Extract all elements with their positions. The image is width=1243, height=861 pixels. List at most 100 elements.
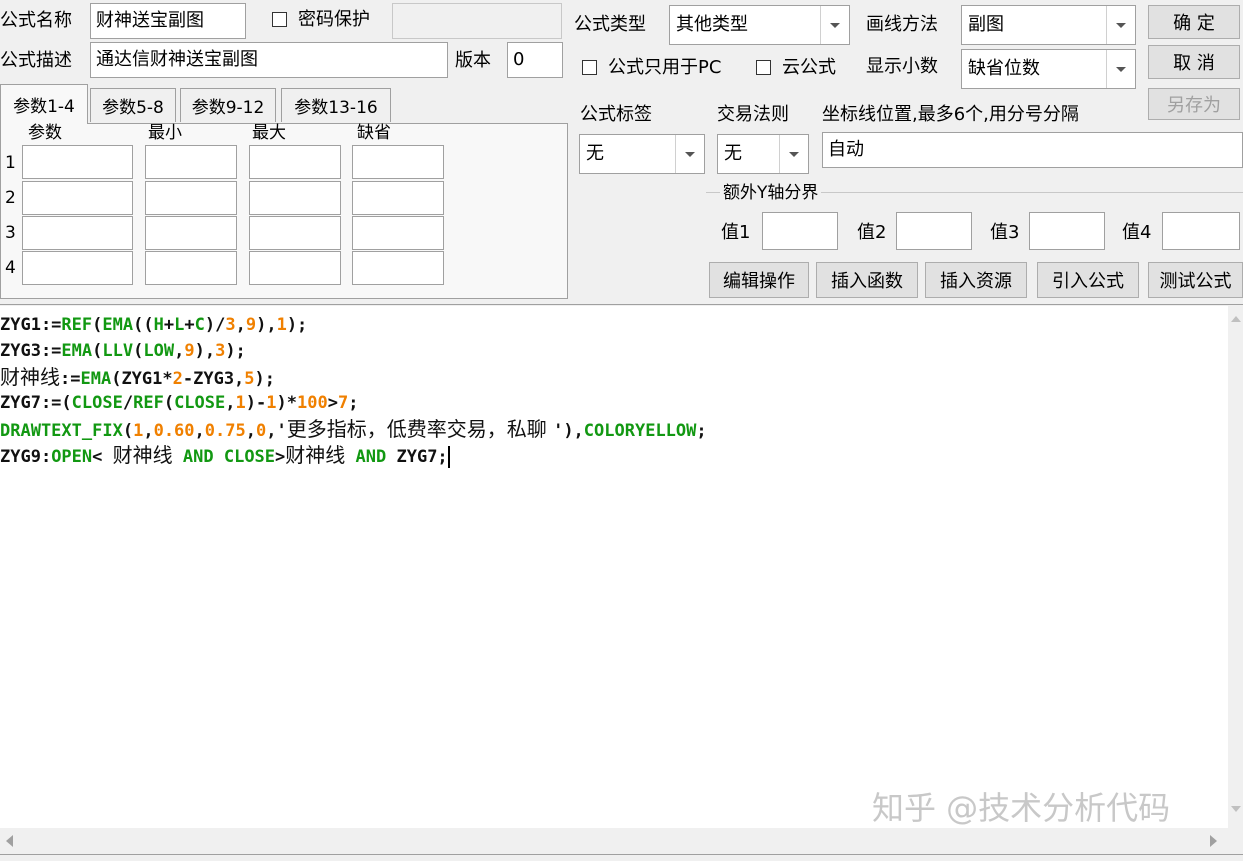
insert-resource-button[interactable]: 插入资源 bbox=[925, 262, 1027, 298]
vertical-scrollbar[interactable] bbox=[1228, 306, 1243, 828]
value4-input[interactable] bbox=[1162, 212, 1240, 250]
axis-position-label: 坐标线位置,最多6个,用分号分隔 bbox=[822, 104, 1079, 125]
code-token: / bbox=[122, 393, 134, 413]
code-token: CLOSE bbox=[71, 393, 123, 413]
param-1-max-input[interactable] bbox=[249, 145, 341, 179]
code-token: 更多指标，低费率交易，私聊 bbox=[286, 417, 554, 441]
param-4-name-input[interactable] bbox=[22, 251, 133, 285]
version-label: 版本 bbox=[455, 50, 491, 71]
code-token: 2 bbox=[172, 369, 183, 389]
trade-rule-select[interactable]: 无 bbox=[717, 134, 809, 174]
code-token: 1 bbox=[276, 315, 287, 335]
test-formula-button[interactable]: 测试公式 bbox=[1148, 262, 1243, 298]
formula-tag-select[interactable]: 无 bbox=[579, 134, 705, 174]
code-token: , bbox=[245, 421, 256, 441]
import-formula-button[interactable]: 引入公式 bbox=[1037, 262, 1139, 298]
code-token: , bbox=[194, 421, 205, 441]
insert-function-button[interactable]: 插入函数 bbox=[816, 262, 918, 298]
scroll-left-icon[interactable] bbox=[6, 835, 13, 847]
value1-input[interactable] bbox=[762, 212, 838, 250]
code-token: CLOSE bbox=[174, 393, 226, 413]
code-token: < bbox=[92, 447, 113, 467]
code-token: ); bbox=[225, 341, 246, 361]
code-token: 100 bbox=[296, 393, 328, 413]
param-2-default-input[interactable] bbox=[352, 181, 444, 215]
password-input[interactable] bbox=[392, 3, 562, 39]
code-token: > bbox=[327, 393, 338, 413]
code-token: '), bbox=[553, 421, 584, 441]
extra-y-axis-label: 额外Y轴分界 bbox=[720, 182, 822, 204]
decimal-select[interactable]: 缺省位数 bbox=[961, 49, 1136, 89]
formula-desc-input[interactable]: 通达信财神送宝副图 bbox=[90, 42, 448, 78]
param-3-name-input[interactable] bbox=[22, 216, 133, 250]
formula-tag-label: 公式标签 bbox=[580, 104, 652, 125]
param-4-max-input[interactable] bbox=[249, 251, 341, 285]
code-token: )- bbox=[245, 393, 267, 413]
formula-tag-value: 无 bbox=[586, 143, 604, 164]
cancel-button[interactable]: 取 消 bbox=[1148, 45, 1240, 79]
code-token: 9 bbox=[245, 315, 257, 335]
param-header-name: 参数 bbox=[28, 123, 62, 143]
param-3-min-input[interactable] bbox=[145, 216, 237, 250]
value3-label: 值3 bbox=[990, 222, 1020, 243]
code-line: ZYG7:=(CLOSE/REF(CLOSE,1)-1)*100>7; bbox=[0, 390, 707, 416]
code-token: 财神线 bbox=[112, 443, 173, 467]
cloud-formula-checkbox[interactable] bbox=[756, 60, 771, 75]
code-token: LOW bbox=[143, 341, 175, 361]
code-token: )* bbox=[276, 393, 297, 413]
code-line: ZYG9:OPEN< 财神线 AND CLOSE>财神线 AND ZYG7; bbox=[0, 442, 707, 468]
tab-params-9-12[interactable]: 参数9-12 bbox=[180, 88, 276, 122]
formula-name-label: 公式名称 bbox=[0, 10, 72, 31]
value4-label: 值4 bbox=[1122, 222, 1152, 243]
formula-name-input[interactable]: 财神送宝副图 bbox=[90, 3, 246, 39]
param-1-name-input[interactable] bbox=[22, 145, 133, 179]
password-checkbox[interactable] bbox=[272, 12, 287, 27]
save-as-button[interactable]: 另存为 bbox=[1148, 88, 1240, 120]
code-token: AND bbox=[355, 447, 387, 467]
bottom-border bbox=[0, 854, 1243, 861]
code-editor[interactable]: ZYG1:=REF(EMA((H+L+C)/3,9),1); ZYG3:=EMA(… bbox=[0, 306, 1228, 828]
code-token: ( bbox=[133, 341, 144, 361]
param-4-min-input[interactable] bbox=[145, 251, 237, 285]
param-3-default-input[interactable] bbox=[352, 216, 444, 250]
code-token: , bbox=[225, 393, 236, 413]
version-input[interactable]: 0 bbox=[507, 42, 563, 78]
scroll-down-icon[interactable] bbox=[1231, 806, 1241, 812]
param-1-min-input[interactable] bbox=[145, 145, 237, 179]
code-line: ZYG3:=EMA(LLV(LOW,9),3); bbox=[0, 338, 707, 364]
code-token: ZYG3:= bbox=[0, 341, 62, 361]
tab-params-1-4[interactable]: 参数1-4 bbox=[0, 84, 88, 124]
param-2-max-input[interactable] bbox=[249, 181, 341, 215]
axis-position-input[interactable]: 自动 bbox=[822, 132, 1243, 168]
param-1-default-input[interactable] bbox=[352, 145, 444, 179]
tab-params-5-8[interactable]: 参数5-8 bbox=[90, 88, 176, 122]
tab-params-13-16[interactable]: 参数13-16 bbox=[281, 88, 391, 122]
param-3-max-input[interactable] bbox=[249, 216, 341, 250]
value2-label: 值2 bbox=[857, 222, 887, 243]
param-2-min-input[interactable] bbox=[145, 181, 237, 215]
horizontal-scrollbar[interactable] bbox=[0, 828, 1228, 854]
draw-method-select[interactable]: 副图 bbox=[961, 5, 1136, 45]
edit-operations-button[interactable]: 编辑操作 bbox=[709, 262, 809, 298]
code-token: CLOSE bbox=[223, 447, 276, 467]
pc-only-checkbox[interactable] bbox=[582, 60, 597, 75]
scroll-up-icon[interactable] bbox=[1231, 316, 1241, 322]
code-token: ), bbox=[194, 341, 216, 361]
ok-button[interactable]: 确 定 bbox=[1148, 5, 1240, 39]
code-token: 1 bbox=[133, 421, 144, 441]
code-text[interactable]: ZYG1:=REF(EMA((H+L+C)/3,9),1); ZYG3:=EMA(… bbox=[0, 312, 707, 468]
value2-input[interactable] bbox=[896, 212, 972, 250]
param-4-default-input[interactable] bbox=[352, 251, 444, 285]
chevron-down-icon bbox=[675, 135, 704, 173]
code-token: , bbox=[143, 421, 154, 441]
scroll-right-icon[interactable] bbox=[1210, 835, 1217, 847]
password-label: 密码保护 bbox=[298, 9, 370, 30]
param-2-name-input[interactable] bbox=[22, 181, 133, 215]
param-header-default: 缺省 bbox=[357, 123, 391, 143]
value3-input[interactable] bbox=[1029, 212, 1105, 250]
code-token: ZYG7; bbox=[386, 447, 448, 467]
formula-type-select[interactable]: 其他类型 bbox=[669, 5, 850, 45]
code-token: 1 bbox=[266, 393, 277, 413]
